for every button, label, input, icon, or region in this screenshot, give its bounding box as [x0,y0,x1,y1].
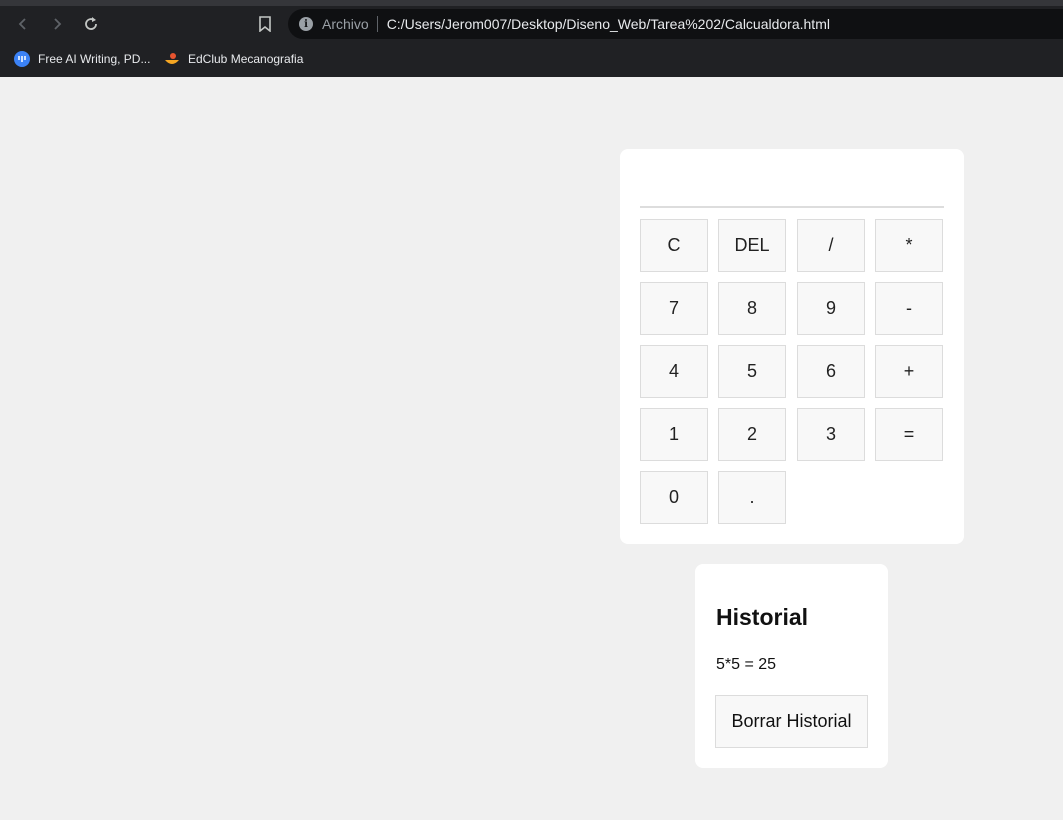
key-9[interactable]: 9 [797,282,865,335]
key-1[interactable]: 1 [640,408,708,461]
bookmark-ai-writing[interactable]: Free AI Writing, PD... [14,48,150,70]
address-bar[interactable]: i Archivo C:/Users/Jerom007/Desktop/Dise… [288,9,1063,39]
key-7[interactable]: 7 [640,282,708,335]
key-clear[interactable]: C [640,219,708,272]
address-separator [376,16,378,32]
bookmark-edclub[interactable]: EdClub Mecanografia [164,48,303,70]
key-decimal[interactable]: . [718,471,786,524]
browser-chrome: i Archivo C:/Users/Jerom007/Desktop/Dise… [0,0,1063,77]
key-equals[interactable]: = [875,408,943,461]
address-scheme-label: Archivo [322,16,369,32]
key-add[interactable]: + [875,345,943,398]
browser-toolbar: i Archivo C:/Users/Jerom007/Desktop/Dise… [0,6,1063,42]
calculator-display[interactable] [640,167,944,208]
bookmarks-bar: Free AI Writing, PD... EdClub Mecanograf… [0,42,1063,77]
history-entry: 5*5 = 25 [716,656,777,673]
clear-history-button[interactable]: Borrar Historial [715,695,868,748]
address-url[interactable]: C:/Users/Jerom007/Desktop/Diseno_Web/Tar… [387,16,830,32]
key-0[interactable]: 0 [640,471,708,524]
bookmark-label: EdClub Mecanografia [188,52,304,66]
calculator: C DEL / * 7 8 9 - 4 5 6 + 1 2 3 = 0 . [620,149,964,544]
key-multiply[interactable]: * [875,219,943,272]
key-3[interactable]: 3 [797,408,865,461]
history-panel: Historial 5*5 = 25 Borrar Historial [695,564,888,768]
info-icon[interactable]: i [299,17,313,31]
key-delete[interactable]: DEL [718,219,786,272]
key-6[interactable]: 6 [797,345,865,398]
key-divide[interactable]: / [797,219,865,272]
bookmark-page-icon[interactable] [253,12,277,36]
key-2[interactable]: 2 [718,408,786,461]
edclub-icon [164,51,180,67]
key-subtract[interactable]: - [875,282,943,335]
bookmark-label: Free AI Writing, PD... [38,52,151,66]
reload-icon[interactable] [79,12,103,36]
ai-writing-icon [14,51,30,67]
key-4[interactable]: 4 [640,345,708,398]
key-8[interactable]: 8 [718,282,786,335]
forward-arrow-icon[interactable] [45,12,69,36]
key-5[interactable]: 5 [718,345,786,398]
history-title: Historial [716,604,809,630]
back-arrow-icon[interactable] [11,12,35,36]
